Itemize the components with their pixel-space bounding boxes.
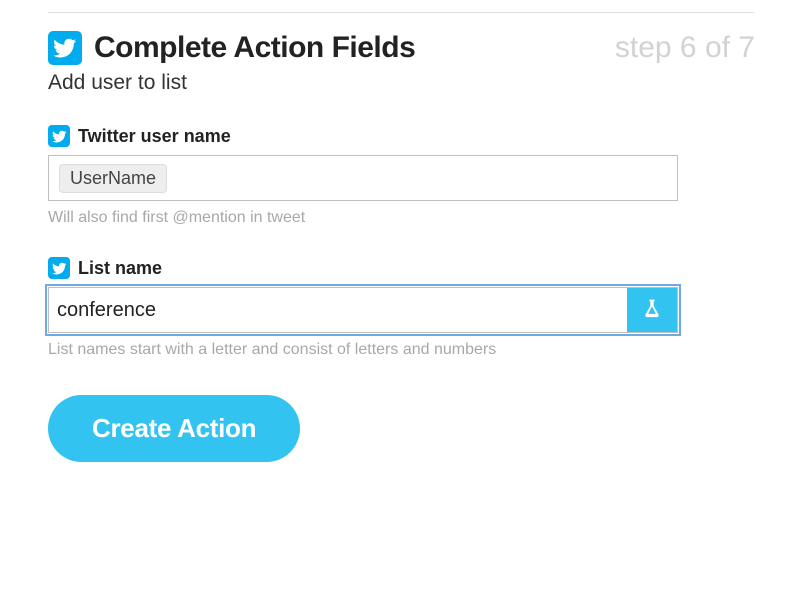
username-input[interactable]: UserName [48, 155, 678, 201]
create-action-button[interactable]: Create Action [48, 395, 300, 462]
field-label-row: List name [48, 257, 755, 279]
listname-input-wrapper [48, 287, 678, 333]
field-twitter-username: Twitter user name UserName Will also fin… [48, 125, 755, 227]
username-label: Twitter user name [78, 126, 231, 147]
listname-input[interactable] [49, 288, 627, 332]
field-list-name: List name List names start with a letter… [48, 257, 755, 359]
ingredient-button[interactable] [627, 288, 677, 332]
page-container: Complete Action Fields step 6 of 7 Add u… [0, 31, 803, 462]
field-label-row: Twitter user name [48, 125, 755, 147]
username-hint: Will also find first @mention in tweet [48, 209, 755, 227]
step-indicator: step 6 of 7 [615, 31, 755, 65]
page-subtitle: Add user to list [48, 71, 755, 95]
listname-hint: List names start with a letter and consi… [48, 341, 755, 359]
page-title: Complete Action Fields [94, 31, 415, 65]
listname-label: List name [78, 258, 162, 279]
page-header: Complete Action Fields step 6 of 7 [48, 31, 755, 65]
header-left: Complete Action Fields [48, 31, 415, 65]
username-chip[interactable]: UserName [59, 164, 167, 193]
twitter-icon [48, 31, 82, 65]
flask-icon [642, 297, 662, 324]
twitter-icon [48, 125, 70, 147]
header-divider [48, 12, 755, 13]
twitter-icon [48, 257, 70, 279]
